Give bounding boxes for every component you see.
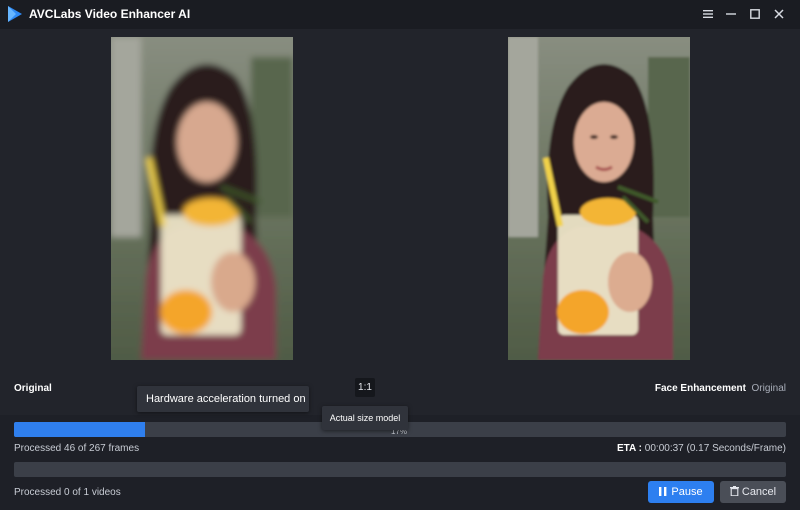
close-icon[interactable]: [768, 3, 790, 25]
app-title: AVCLabs Video Enhancer AI: [29, 7, 191, 21]
original-toggle[interactable]: Original: [752, 383, 786, 394]
original-preview: [111, 37, 293, 360]
actual-size-button[interactable]: 1:1: [355, 378, 375, 397]
eta-value: 00:00:37 (0.17 Seconds/Frame): [644, 443, 786, 454]
enhanced-frame-image: [508, 37, 690, 360]
hardware-acceleration-tooltip: Hardware acceleration turned on: [137, 386, 309, 412]
frame-progress-fill: [14, 422, 146, 437]
menu-icon[interactable]: [697, 3, 719, 25]
actual-size-tooltip: Actual size model: [322, 406, 408, 430]
original-frame-image: [111, 37, 293, 360]
face-enhancement-label: Face Enhancement: [654, 383, 746, 394]
pause-label: Pause: [671, 486, 703, 498]
title-bar: AVCLabs Video Enhancer AI: [0, 0, 800, 29]
enhanced-preview: [508, 37, 690, 360]
preview-area: [0, 29, 800, 415]
videos-status: Processed 0 of 1 videos: [14, 487, 121, 498]
video-progress-bar: [14, 462, 786, 477]
minimize-icon[interactable]: [720, 3, 742, 25]
frames-status: Processed 46 of 267 frames: [14, 443, 140, 454]
cancel-label: Cancel: [741, 486, 777, 498]
cancel-button[interactable]: Cancel: [720, 481, 786, 503]
maximize-icon[interactable]: [744, 3, 766, 25]
pause-button[interactable]: Pause: [648, 481, 714, 503]
pause-icon: [659, 487, 667, 496]
app-logo-icon: [8, 6, 22, 22]
eta-label: ETA :: [617, 443, 643, 454]
eta-status: ETA : 00:00:37 (0.17 Seconds/Frame): [617, 443, 786, 454]
original-label: Original: [14, 383, 52, 394]
trash-icon: [729, 486, 739, 497]
